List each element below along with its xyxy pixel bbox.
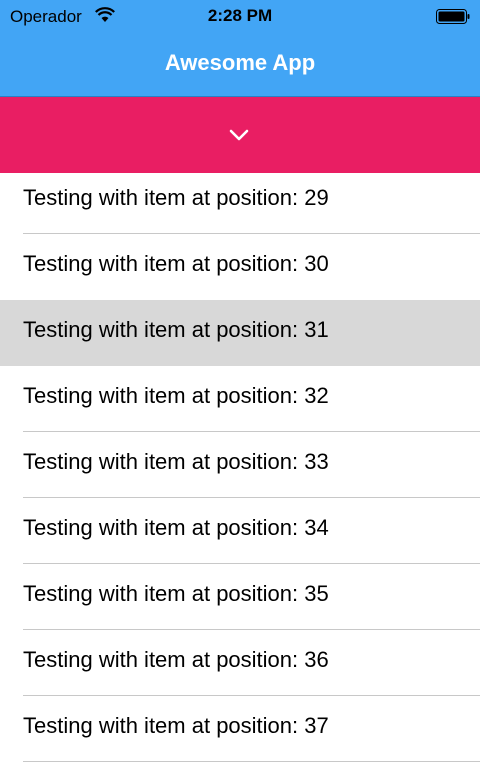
list-item-label: Testing with item at position: 36 bbox=[23, 647, 329, 672]
list-item[interactable]: Testing with item at position: 37 bbox=[0, 696, 480, 762]
list-item[interactable]: Testing with item at position: 35 bbox=[0, 564, 480, 630]
list-item-label: Testing with item at position: 37 bbox=[23, 713, 329, 738]
list-item-label: Testing with item at position: 29 bbox=[23, 185, 329, 210]
page-title: Awesome App bbox=[164, 50, 316, 75]
chevron-down-icon bbox=[229, 129, 249, 141]
list-item-label: Testing with item at position: 30 bbox=[23, 251, 329, 276]
list-item-label: Testing with item at position: 32 bbox=[23, 383, 329, 408]
list-item-label: Testing with item at position: 35 bbox=[23, 581, 329, 606]
collapse-toggle-button[interactable] bbox=[0, 97, 480, 173]
list-item[interactable]: Testing with item at position: 31 bbox=[0, 300, 480, 366]
list-item[interactable]: Testing with item at position: 30 bbox=[0, 234, 480, 300]
list-item[interactable]: Testing with item at position: 29 bbox=[0, 173, 480, 234]
battery-icon bbox=[436, 9, 470, 24]
list-item-label: Testing with item at position: 31 bbox=[23, 317, 329, 342]
status-bar: Operador 2:28 PM bbox=[0, 0, 480, 34]
status-time: 2:28 PM bbox=[207, 6, 273, 25]
item-list: Testing with item at position: 29 Testin… bbox=[0, 173, 480, 762]
list-item-label: Testing with item at position: 34 bbox=[23, 515, 329, 540]
navigation-bar: Awesome App bbox=[0, 34, 480, 97]
list-item-label: Testing with item at position: 33 bbox=[23, 449, 329, 474]
list-item[interactable]: Testing with item at position: 32 bbox=[0, 366, 480, 432]
list-item[interactable]: Testing with item at position: 36 bbox=[0, 630, 480, 696]
list-item[interactable]: Testing with item at position: 33 bbox=[0, 432, 480, 498]
list-item[interactable]: Testing with item at position: 34 bbox=[0, 498, 480, 564]
